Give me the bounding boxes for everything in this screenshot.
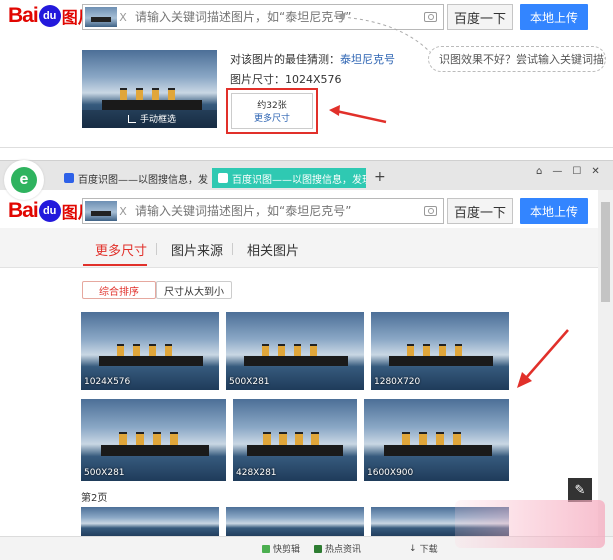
baidu-logo[interactable]: Bai du 图片 xyxy=(8,199,94,223)
paw-icon xyxy=(218,173,228,183)
image-size-label: 1280X720 xyxy=(374,377,421,387)
divider xyxy=(0,147,613,148)
minimize-icon[interactable]: — xyxy=(552,166,562,177)
news-icon xyxy=(314,544,323,553)
paw-icon xyxy=(64,173,74,183)
sort-comprehensive-button[interactable]: 综合排序 xyxy=(82,281,156,299)
pencil-icon: ✎ xyxy=(574,482,586,498)
red-arrow-top xyxy=(329,105,387,124)
query-image-thumbnail xyxy=(85,7,117,27)
image-size-label: 500X281 xyxy=(84,468,125,478)
search-button[interactable]: 百度一下 xyxy=(447,198,513,224)
edit-feedback-button[interactable]: ✎ xyxy=(568,478,592,502)
sort-size-desc-button[interactable]: 尺寸从大到小 xyxy=(156,281,232,299)
query-image-thumbnail xyxy=(85,201,117,221)
scrollbar[interactable] xyxy=(598,190,613,536)
upload-button[interactable]: 本地上传 xyxy=(520,4,588,30)
close-window-icon[interactable]: ✕ xyxy=(591,166,599,177)
upload-button[interactable]: 本地上传 xyxy=(520,198,588,224)
page-2-label: 第2页 xyxy=(81,493,108,504)
hot-news-item[interactable]: 热点资讯 xyxy=(314,542,361,555)
tab-separator xyxy=(156,243,157,255)
best-guess-link[interactable]: 泰坦尼克号 xyxy=(340,53,395,66)
more-sizes-button[interactable]: 约32张 更多尺寸 xyxy=(231,93,313,129)
image-size-label: 428X281 xyxy=(236,468,277,478)
download-icon: ↓ xyxy=(409,543,417,554)
window-controls: ⌂ — ☐ ✕ xyxy=(536,166,600,177)
search-input[interactable] xyxy=(129,204,424,218)
search-button[interactable]: 百度一下 xyxy=(447,4,513,30)
image-size-label: 1024X576 xyxy=(84,377,131,387)
image-size-label: 1600X900 xyxy=(367,468,414,478)
image-size: 图片尺寸：1024X576 xyxy=(230,73,342,86)
quick-edit-item[interactable]: 快剪辑 xyxy=(262,542,300,555)
result-image[interactable]: 500X281 xyxy=(226,312,364,390)
result-image[interactable]: 428X281 xyxy=(233,399,357,481)
crop-icon xyxy=(128,114,136,123)
result-image[interactable]: 1280X720 xyxy=(371,312,509,390)
remove-image-icon[interactable]: X xyxy=(117,205,129,218)
tab-baidu-shitu-1[interactable]: 百度识图——以图搜信息，发现 X xyxy=(58,168,208,188)
browser-logo-icon[interactable]: e xyxy=(4,160,44,200)
search-box: X xyxy=(82,198,444,224)
maximize-icon[interactable]: ☐ xyxy=(572,166,581,177)
scroll-thumb[interactable] xyxy=(601,202,610,302)
result-image[interactable]: 500X281 xyxy=(81,399,226,481)
active-tab-underline xyxy=(83,264,147,266)
tab-more-sizes[interactable]: 更多尺寸 xyxy=(95,240,147,259)
result-image[interactable] xyxy=(81,507,219,537)
clip-icon xyxy=(262,544,270,553)
red-arrow-grid xyxy=(517,329,569,388)
tab-baidu-shitu-2[interactable]: 百度识图——以图搜信息，发现 X xyxy=(212,168,366,188)
image-size-label: 500X281 xyxy=(229,377,270,387)
skin-icon[interactable]: ⌂ xyxy=(536,166,542,177)
tab-related-images[interactable]: 相关图片 xyxy=(247,240,299,259)
download-item[interactable]: ↓ 下载 xyxy=(409,542,438,556)
result-image[interactable]: 1024X576 xyxy=(81,312,219,390)
result-image[interactable] xyxy=(226,507,364,537)
best-guess: 对该图片的最佳猜测：泰坦尼克号 xyxy=(230,53,395,66)
camera-icon[interactable] xyxy=(424,206,437,216)
result-image[interactable]: 1600X900 xyxy=(364,399,509,481)
crop-button[interactable]: 手动框选 xyxy=(128,112,176,125)
tab-image-source[interactable]: 图片来源 xyxy=(171,240,223,259)
hint-bubble[interactable]: 识图效果不好？尝试输入关键词描述图 xyxy=(428,46,606,72)
tab-separator xyxy=(232,243,233,255)
baidu-logo[interactable]: Bai du 图片 xyxy=(8,4,94,28)
watermark-blur xyxy=(455,500,605,548)
remove-image-icon[interactable]: X xyxy=(117,11,129,24)
new-tab-button[interactable]: + xyxy=(374,169,386,185)
